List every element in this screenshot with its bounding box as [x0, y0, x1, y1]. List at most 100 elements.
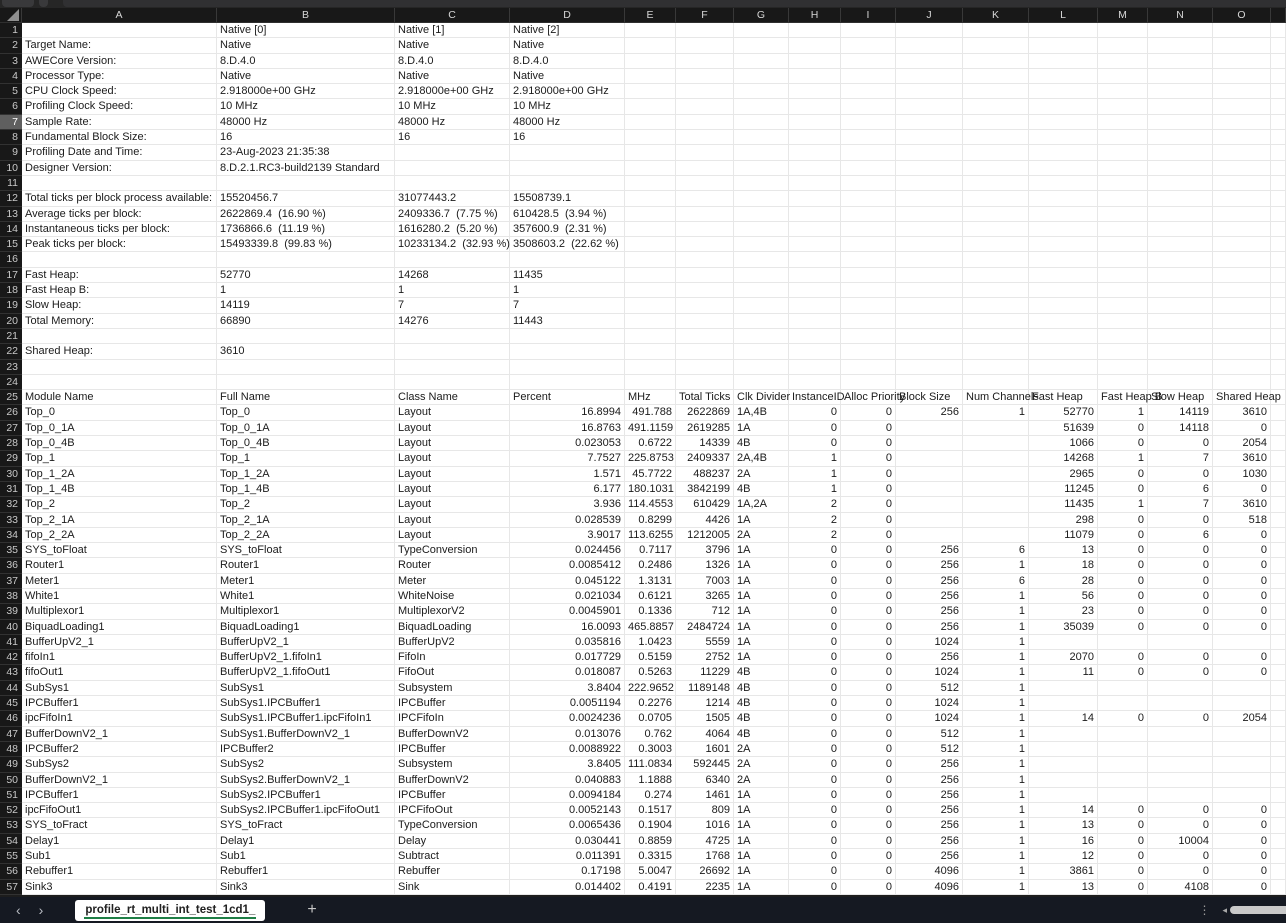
- cell[interactable]: 2235: [676, 880, 734, 895]
- cell[interactable]: [896, 207, 963, 222]
- cell[interactable]: 1: [963, 635, 1029, 650]
- cell[interactable]: SubSys2.BufferDownV2_1: [217, 773, 395, 788]
- cell[interactable]: [1213, 681, 1271, 696]
- cell[interactable]: 1A: [734, 589, 789, 604]
- cell[interactable]: [1098, 329, 1148, 344]
- column-header[interactable]: B: [217, 8, 395, 23]
- cell[interactable]: [963, 176, 1029, 191]
- cell[interactable]: 0: [841, 497, 896, 512]
- cell[interactable]: [1271, 360, 1286, 375]
- cell[interactable]: 0: [1148, 711, 1213, 726]
- cell[interactable]: 1024: [896, 696, 963, 711]
- cell[interactable]: 7: [510, 298, 625, 313]
- cell[interactable]: 16: [395, 130, 510, 145]
- cell[interactable]: Layout: [395, 482, 510, 497]
- cell[interactable]: [1271, 69, 1286, 84]
- row-header[interactable]: 38: [0, 589, 22, 604]
- cell[interactable]: 0.274: [625, 788, 676, 803]
- cell[interactable]: Sink3: [22, 880, 217, 895]
- cell[interactable]: 0: [841, 405, 896, 420]
- cell[interactable]: 0: [1098, 589, 1148, 604]
- cell[interactable]: [1271, 696, 1286, 711]
- cell[interactable]: [896, 23, 963, 38]
- cell[interactable]: [963, 222, 1029, 237]
- cell[interactable]: 1: [1098, 405, 1148, 420]
- cell[interactable]: [22, 176, 217, 191]
- cell[interactable]: [1098, 69, 1148, 84]
- cell[interactable]: 1030: [1213, 467, 1271, 482]
- cell[interactable]: [1271, 467, 1286, 482]
- cell[interactable]: [676, 360, 734, 375]
- cell[interactable]: 0: [789, 436, 841, 451]
- cell[interactable]: [963, 344, 1029, 359]
- cell[interactable]: 1A: [734, 880, 789, 895]
- row-header[interactable]: 44: [0, 681, 22, 696]
- cell[interactable]: 2: [789, 513, 841, 528]
- cell[interactable]: Top_1: [22, 451, 217, 466]
- cell[interactable]: Router: [395, 558, 510, 573]
- cell[interactable]: 10233134.2 (32.93 %): [395, 237, 510, 252]
- cell[interactable]: [676, 99, 734, 114]
- cell[interactable]: [1029, 268, 1098, 283]
- cell[interactable]: [625, 54, 676, 69]
- cell[interactable]: 1: [789, 482, 841, 497]
- cell[interactable]: Meter1: [217, 574, 395, 589]
- row-header[interactable]: 5: [0, 84, 22, 99]
- cell[interactable]: 8.D.2.1.RC3-build2139 Standard: [217, 161, 395, 176]
- cell[interactable]: 16.8763: [510, 421, 625, 436]
- cell[interactable]: Layout: [395, 451, 510, 466]
- cell[interactable]: [1271, 268, 1286, 283]
- cell[interactable]: [1271, 834, 1286, 849]
- cell[interactable]: BiquadLoading1: [217, 620, 395, 635]
- cell[interactable]: [1271, 543, 1286, 558]
- cell[interactable]: Fast Heap: [1029, 390, 1098, 405]
- row-header[interactable]: 41: [0, 635, 22, 650]
- cell[interactable]: [1029, 69, 1098, 84]
- cell[interactable]: 256: [896, 788, 963, 803]
- cell[interactable]: 16.8994: [510, 405, 625, 420]
- cell[interactable]: [1271, 604, 1286, 619]
- cell[interactable]: 1461: [676, 788, 734, 803]
- cell[interactable]: [395, 360, 510, 375]
- cell[interactable]: Layout: [395, 497, 510, 512]
- cell[interactable]: Target Name:: [22, 38, 217, 53]
- cell[interactable]: 15520456.7: [217, 191, 395, 206]
- cell[interactable]: 35039: [1029, 620, 1098, 635]
- cell[interactable]: [625, 130, 676, 145]
- cell[interactable]: 1: [963, 405, 1029, 420]
- cell[interactable]: [896, 191, 963, 206]
- cell[interactable]: [625, 268, 676, 283]
- row-header[interactable]: 32: [0, 497, 22, 512]
- cell[interactable]: BufferUpV2: [395, 635, 510, 650]
- row-header[interactable]: 18: [0, 283, 22, 298]
- cell[interactable]: [1029, 84, 1098, 99]
- cell[interactable]: Module Name: [22, 390, 217, 405]
- cell[interactable]: 10 MHz: [510, 99, 625, 114]
- cell[interactable]: 0: [1148, 558, 1213, 573]
- cell[interactable]: 1: [510, 283, 625, 298]
- cell[interactable]: 1: [963, 864, 1029, 879]
- cell[interactable]: [676, 283, 734, 298]
- cell[interactable]: 0: [789, 543, 841, 558]
- cell[interactable]: 512: [896, 727, 963, 742]
- cell[interactable]: [1148, 176, 1213, 191]
- cell[interactable]: [676, 207, 734, 222]
- cell[interactable]: [734, 84, 789, 99]
- cell[interactable]: [789, 268, 841, 283]
- cell[interactable]: [1029, 283, 1098, 298]
- cell[interactable]: 14: [1029, 711, 1098, 726]
- column-header[interactable]: A: [22, 8, 217, 23]
- cell[interactable]: [1148, 115, 1213, 130]
- cell[interactable]: InstanceID: [789, 390, 841, 405]
- cell[interactable]: [841, 360, 896, 375]
- cell[interactable]: [789, 191, 841, 206]
- cell[interactable]: [963, 283, 1029, 298]
- cell[interactable]: 0: [789, 620, 841, 635]
- cell[interactable]: [963, 191, 1029, 206]
- cell[interactable]: 45.7722: [625, 467, 676, 482]
- cell[interactable]: 11: [1029, 665, 1098, 680]
- cell[interactable]: 1A: [734, 650, 789, 665]
- cell[interactable]: 0: [1098, 558, 1148, 573]
- cell[interactable]: Fast Heap B: [1098, 390, 1148, 405]
- cell[interactable]: 2965: [1029, 467, 1098, 482]
